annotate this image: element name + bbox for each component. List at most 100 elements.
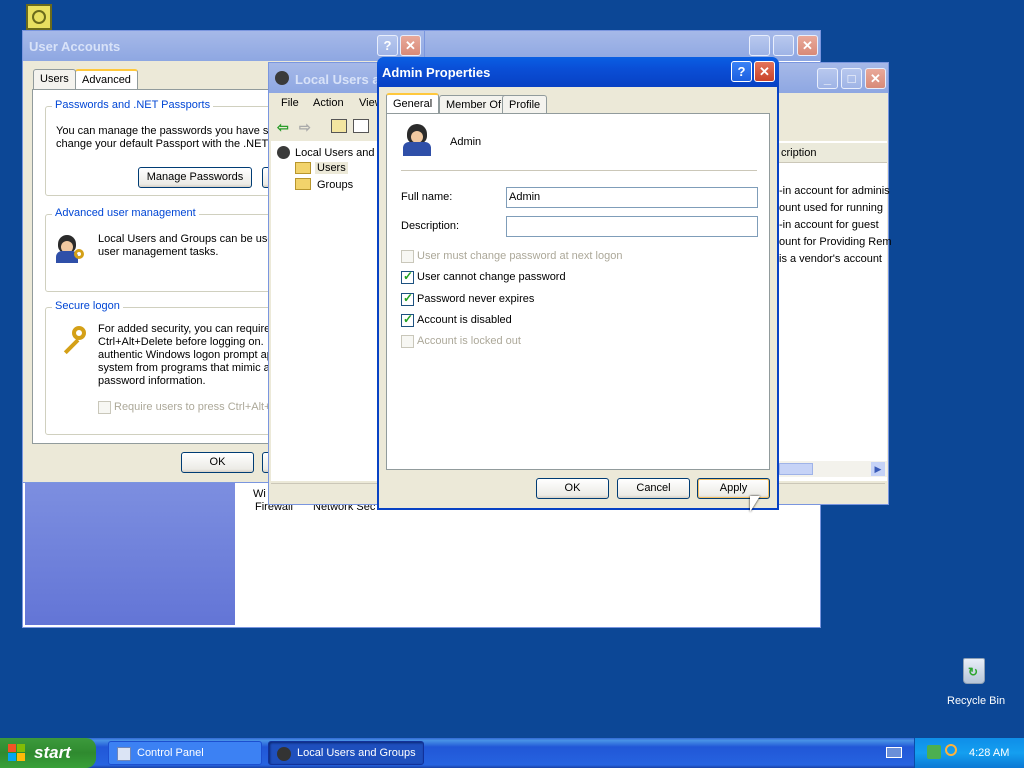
must-change-password-checkbox[interactable]: [401, 250, 414, 263]
full-name-label: Full name:: [401, 191, 453, 203]
maximize-icon[interactable]: □: [841, 68, 862, 89]
system-tray: 4:28 AM: [914, 738, 1024, 768]
group-text: Local Users and Groups can be used: [98, 233, 280, 245]
general-tab-panel: Admin Full name: Admin Description: User…: [386, 113, 770, 470]
checkbox-label: Require users to press Ctrl+Alt+: [114, 401, 271, 413]
mouse-cursor-icon: [750, 496, 760, 512]
group-text: user management tasks.: [98, 246, 219, 258]
dialog-title: Admin Properties: [377, 57, 779, 87]
tab-member-of[interactable]: Member Of: [439, 95, 509, 115]
close-icon[interactable]: ✕: [754, 61, 775, 82]
control-panel-icon: [117, 747, 131, 761]
menu-file[interactable]: File: [281, 97, 299, 109]
group-label: Passwords and .NET Passports: [52, 99, 214, 111]
tab-profile[interactable]: Profile: [502, 95, 548, 115]
user-icon: [401, 124, 433, 158]
group-text: change your default Passport with the .N…: [56, 138, 269, 150]
task-local-users-groups[interactable]: Local Users and Groups: [268, 741, 424, 765]
group-text: password information.: [98, 375, 206, 387]
password-never-expires-checkbox[interactable]: ✓: [401, 291, 414, 306]
scroll-right-icon[interactable]: ▶: [871, 462, 885, 476]
tree-pane: Local Users and Users Groups: [271, 141, 377, 481]
require-ctrl-alt-del-checkbox[interactable]: [98, 401, 111, 414]
tab-advanced[interactable]: Advanced: [75, 69, 138, 91]
group-label: Secure logon: [52, 300, 123, 312]
cannot-change-password-checkbox[interactable]: ✓: [401, 269, 414, 284]
checkbox-label: User cannot change password: [417, 271, 566, 283]
key-icon: [56, 324, 90, 358]
clock[interactable]: 4:28 AM: [969, 747, 1009, 759]
account-locked-out-checkbox[interactable]: [401, 335, 414, 348]
manage-passwords-button[interactable]: Manage Passwords: [138, 167, 252, 188]
checkmark-icon: ✓: [403, 312, 414, 326]
list-row[interactable]: -in account for guest: [779, 219, 879, 231]
help-icon[interactable]: ?: [731, 61, 752, 82]
minimize-icon[interactable]: [749, 35, 770, 56]
start-button[interactable]: start: [0, 738, 96, 768]
full-name-input[interactable]: Admin: [506, 187, 758, 208]
account-disabled-checkbox[interactable]: ✓: [401, 312, 414, 327]
horizontal-scrollbar[interactable]: ▶: [779, 461, 887, 477]
group-label: Advanced user management: [52, 207, 199, 219]
tree-item-users[interactable]: Users: [315, 162, 348, 174]
group-text: You can manage the passwords you have st: [56, 125, 272, 137]
show-hide-tree-icon[interactable]: [353, 119, 369, 133]
cancel-button[interactable]: Cancel: [617, 478, 690, 499]
list-row[interactable]: ount for Providing Rem: [779, 236, 892, 248]
checkbox-label: Password never expires: [417, 293, 535, 305]
task-control-panel[interactable]: Control Panel: [108, 741, 262, 765]
tree-item-groups[interactable]: Groups: [317, 179, 353, 191]
close-icon[interactable]: ✕: [400, 35, 421, 56]
users-icon: [277, 747, 291, 761]
description-input[interactable]: [506, 216, 758, 237]
network-icon[interactable]: [927, 745, 941, 759]
taskbar: start Control Panel Local Users and Grou…: [0, 738, 1024, 768]
ok-button[interactable]: OK: [536, 478, 609, 499]
recycle-bin-icon[interactable]: ↻: [961, 656, 987, 686]
help-icon[interactable]: ?: [377, 35, 398, 56]
search-icon[interactable]: [945, 744, 957, 756]
up-folder-icon[interactable]: [331, 119, 347, 133]
back-icon[interactable]: ⇦: [277, 119, 289, 136]
close-icon[interactable]: ✕: [797, 35, 818, 56]
column-header[interactable]: cription: [779, 143, 887, 163]
description-label: Description:: [401, 220, 460, 232]
mmc-app-icon: [275, 71, 289, 85]
tab-users[interactable]: Users: [33, 69, 76, 89]
control-panel-sidebar: [25, 481, 235, 625]
desktop-shortcut-icon[interactable]: [26, 4, 52, 30]
checkbox-label: Account is locked out: [417, 335, 521, 347]
group-text: Ctrl+Alt+Delete before logging on.: [98, 336, 264, 348]
list-row[interactable]: -in account for adminis: [779, 185, 890, 197]
recycle-bin-label: Recycle Bin: [947, 695, 1006, 707]
group-text: authentic Windows logon prompt ap: [98, 349, 273, 361]
computer-users-icon: [277, 146, 290, 159]
maximize-icon[interactable]: [773, 35, 794, 56]
cp-row-text: Wi: [253, 488, 266, 500]
close-icon[interactable]: ✕: [865, 68, 886, 89]
checkbox-label: Account is disabled: [417, 314, 512, 326]
user-name-label: Admin: [450, 136, 482, 148]
menu-action[interactable]: Action: [313, 97, 344, 109]
list-row[interactable]: ount used for running: [779, 202, 883, 214]
minimize-icon[interactable]: _: [817, 68, 838, 89]
window-title: User Accounts: [23, 31, 424, 61]
tab-general[interactable]: General: [386, 93, 440, 115]
admin-properties-dialog[interactable]: Admin Properties ? ✕ General Member Of P…: [377, 57, 779, 510]
group-text: For added security, you can require: [98, 323, 271, 335]
forward-icon[interactable]: ⇨: [299, 119, 311, 136]
users-key-icon: [56, 235, 86, 265]
checkbox-label: User must change password at next logon: [417, 250, 623, 262]
folder-icon: [295, 178, 311, 190]
checkmark-icon: ✓: [403, 269, 414, 283]
windows-logo-icon: [8, 744, 26, 762]
keyboard-icon[interactable]: [886, 747, 902, 758]
checkmark-icon: ✓: [403, 291, 414, 305]
separator: [401, 170, 757, 171]
tree-item-root[interactable]: Local Users and: [295, 147, 375, 159]
list-pane: cription -in account for adminis ount us…: [779, 141, 892, 481]
list-row[interactable]: is a vendor's account: [779, 253, 882, 265]
group-text: system from programs that mimic a: [98, 362, 270, 374]
ok-button[interactable]: OK: [181, 452, 254, 473]
folder-icon: [295, 162, 311, 174]
